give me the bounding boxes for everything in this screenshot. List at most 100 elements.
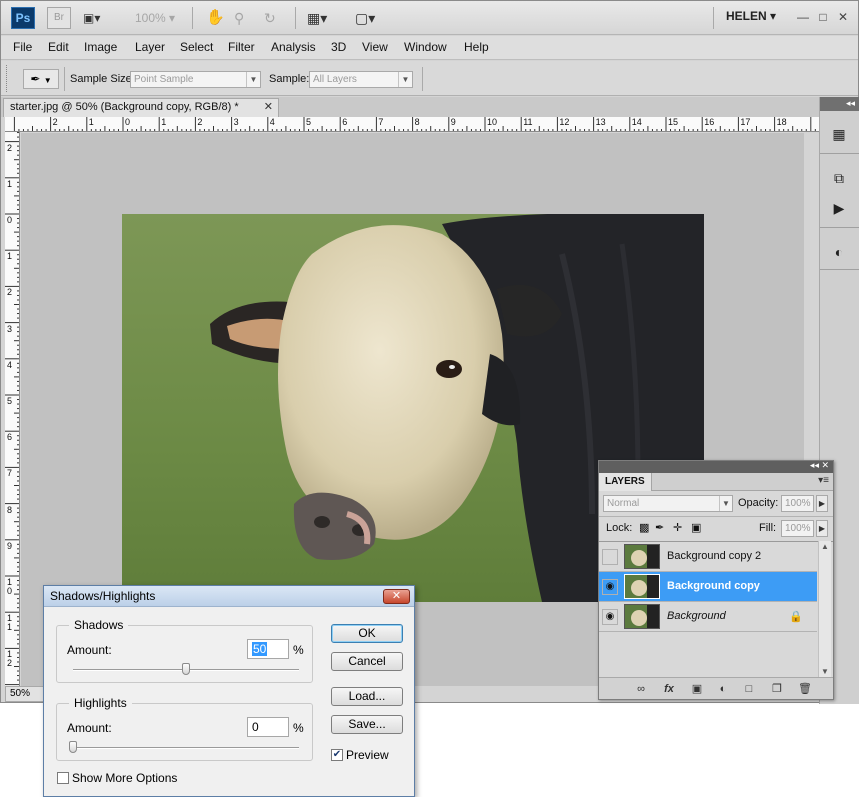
cancel-button[interactable]: Cancel: [331, 652, 403, 671]
menu-image[interactable]: Image: [84, 40, 117, 54]
fill-slider-button[interactable]: ▶: [816, 520, 828, 537]
ruler-label: 1: [88, 117, 94, 127]
options-bar-grip[interactable]: [6, 65, 8, 92]
highlights-slider-track[interactable]: [73, 747, 299, 749]
opacity-field[interactable]: 100%: [781, 495, 814, 512]
panel-menu-icon[interactable]: ▾≡: [818, 475, 829, 486]
maximize-icon[interactable]: □: [815, 9, 831, 25]
visibility-toggle[interactable]: [602, 549, 618, 565]
layer-mask-icon[interactable]: ▣: [689, 681, 705, 697]
transform-panel-icon[interactable]: ⧉: [830, 169, 848, 187]
dialog-title-bar[interactable]: Shadows/Highlights: [44, 586, 414, 607]
layer-row-background-copy[interactable]: ◉ Background copy: [599, 572, 817, 602]
divider: [599, 516, 833, 517]
show-more-options-label[interactable]: Show More Options: [72, 771, 177, 785]
ok-button[interactable]: OK: [331, 624, 403, 643]
shadows-amount-input[interactable]: 50: [247, 639, 289, 659]
fill-field[interactable]: 100%: [781, 520, 814, 537]
horizontal-ruler[interactable]: 2 1 0 1 2 3 4 5 6 7 8 9 10 11 12 13 14 15 16 17 18: [5, 117, 819, 132]
workspace-switcher[interactable]: HELEN ▾: [726, 9, 776, 23]
zoom-status-field[interactable]: 50%: [5, 686, 45, 702]
shadows-unit: %: [293, 643, 304, 657]
menu-edit[interactable]: Edit: [48, 40, 69, 54]
delete-layer-icon[interactable]: 🗑: [797, 681, 813, 697]
layers-tab[interactable]: LAYERS: [599, 473, 652, 491]
histogram-panel-icon[interactable]: ▦: [830, 125, 848, 143]
zoom-tool-icon[interactable]: ⚲: [234, 8, 244, 28]
layer-style-icon[interactable]: fx: [661, 681, 677, 697]
menu-bar: File Edit Image Layer Select Filter Anal…: [1, 36, 858, 60]
link-layers-icon[interactable]: ∞: [633, 681, 649, 697]
menu-view[interactable]: View: [362, 40, 388, 54]
adjustments-panel-icon[interactable]: ◐: [830, 243, 848, 261]
layers-scrollbar[interactable]: ▲ ▼: [818, 541, 831, 677]
scroll-up-icon[interactable]: ▲: [819, 542, 831, 551]
highlights-group: Highlights Amount: 0 %: [56, 696, 313, 761]
menu-window[interactable]: Window: [404, 40, 447, 54]
preview-checkbox[interactable]: ✔: [331, 749, 343, 761]
menu-select[interactable]: Select: [180, 40, 213, 54]
menu-analysis[interactable]: Analysis: [271, 40, 316, 54]
minimize-icon[interactable]: —: [795, 9, 811, 25]
scroll-down-icon[interactable]: ▼: [819, 667, 831, 676]
film-strip-icon[interactable]: ▣▾: [83, 8, 100, 28]
actions-panel-icon[interactable]: ▶: [830, 199, 848, 217]
visibility-toggle[interactable]: ◉: [602, 579, 618, 595]
highlights-amount-input[interactable]: 0: [247, 717, 289, 737]
visibility-toggle[interactable]: ◉: [602, 609, 618, 625]
eyedropper-tool-preset[interactable]: ✒ ▼: [23, 69, 59, 89]
opacity-slider-button[interactable]: ▶: [816, 495, 828, 512]
sample-select[interactable]: All Layers ▼: [309, 71, 413, 88]
document-tab[interactable]: starter.jpg @ 50% (Background copy, RGB/…: [3, 98, 279, 117]
layer-row-background-copy-2[interactable]: Background copy 2: [599, 542, 817, 572]
adjustment-layer-icon[interactable]: ◐: [715, 681, 731, 697]
sample-size-label: Sample Size:: [70, 73, 135, 85]
dialog-close-button[interactable]: ✕: [383, 589, 410, 604]
zoom-level-combo[interactable]: 100% ▾: [135, 8, 175, 28]
close-icon[interactable]: ✕: [835, 9, 851, 25]
layers-tab-row: LAYERS ▾≡: [599, 473, 833, 491]
expand-panels-icon[interactable]: ◂◂: [820, 97, 859, 111]
lock-all-icon[interactable]: ▣: [691, 521, 701, 534]
lock-image-icon[interactable]: ✒: [655, 521, 664, 534]
menu-layer[interactable]: Layer: [135, 40, 165, 54]
layer-row-background[interactable]: ◉ Background 🔒: [599, 602, 817, 632]
ruler-label: 1: [7, 251, 13, 262]
menu-3d[interactable]: 3D: [331, 40, 346, 54]
hand-tool-icon[interactable]: ✋: [206, 8, 225, 28]
rotate-view-icon[interactable]: ↻: [264, 8, 276, 28]
new-group-icon[interactable]: □: [741, 681, 757, 697]
preview-label[interactable]: Preview: [346, 748, 389, 762]
ruler-label: 10: [7, 577, 13, 596]
highlights-unit: %: [293, 721, 304, 735]
show-more-options-checkbox[interactable]: [57, 772, 69, 784]
vertical-ruler[interactable]: 2 1 0 1 2 3 4 5 6 7 8 9 10 11 12: [5, 132, 20, 686]
layer-name[interactable]: Background: [667, 610, 726, 622]
screen-mode-icon[interactable]: ▢▾: [355, 8, 375, 28]
sample-size-select[interactable]: Point Sample ▼: [130, 71, 261, 88]
layer-name[interactable]: Background copy 2: [667, 550, 761, 562]
blend-mode-select[interactable]: Normal ▼: [603, 495, 733, 512]
load-button[interactable]: Load...: [331, 687, 403, 706]
fill-value: 100%: [785, 523, 811, 534]
chevron-down-icon: ▼: [43, 76, 52, 85]
arrange-documents-icon[interactable]: ▦▾: [307, 8, 327, 28]
highlights-slider-thumb[interactable]: [69, 741, 77, 753]
layer-name[interactable]: Background copy: [667, 580, 760, 592]
save-button[interactable]: Save...: [331, 715, 403, 734]
lock-transparent-icon[interactable]: ▩: [639, 521, 649, 534]
ruler-label: 15: [668, 117, 679, 127]
layers-panel-header[interactable]: ◂◂ ✕: [599, 460, 833, 473]
lock-position-icon[interactable]: ✛: [673, 521, 682, 534]
collapse-close-icon[interactable]: ◂◂ ✕: [810, 460, 829, 471]
document-tab-title: starter.jpg @ 50% (Background copy, RGB/…: [10, 101, 239, 113]
menu-help[interactable]: Help: [464, 40, 489, 54]
ruler-label: 7: [378, 117, 384, 127]
menu-file[interactable]: File: [13, 40, 32, 54]
ruler-label: 5: [7, 396, 13, 406]
launch-bridge-button[interactable]: Br: [47, 7, 71, 29]
shadows-slider-thumb[interactable]: [182, 663, 190, 675]
close-document-icon[interactable]: ✕: [264, 99, 273, 116]
menu-filter[interactable]: Filter: [228, 40, 255, 54]
new-layer-icon[interactable]: ❐: [769, 681, 785, 697]
